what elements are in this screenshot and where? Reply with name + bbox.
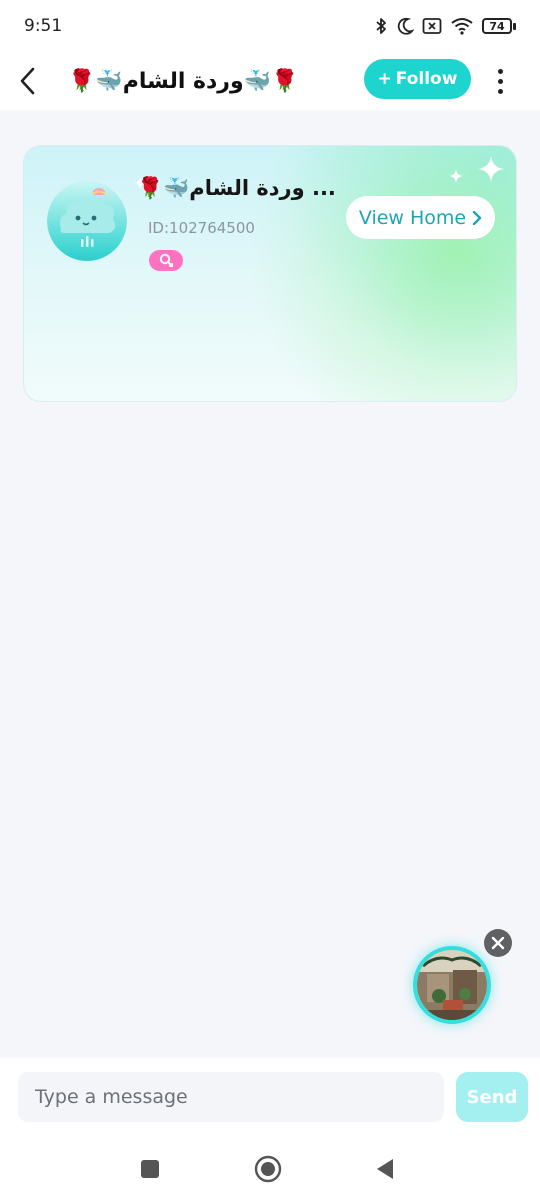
view-home-label: View Home [358,206,467,229]
status-bar: 9:51 74 [0,0,540,52]
plus-icon: + [377,69,392,89]
floating-room-bubble[interactable] [413,946,491,1024]
send-button[interactable]: Send [456,1072,528,1122]
sparkle-icon [478,156,504,186]
follow-label: Follow [395,69,458,89]
triangle-back-icon [377,1159,393,1179]
recents-button[interactable] [133,1152,167,1186]
status-time: 9:51 [24,16,63,36]
message-input[interactable] [18,1072,444,1122]
back-nav-button[interactable] [368,1152,402,1186]
more-dot [497,88,503,94]
message-composer: Send [0,1058,540,1138]
circle-home-icon [254,1155,282,1183]
moon-icon [396,17,414,35]
profile-card: 🌹🐳وردة الشام ... ID:102764500 View Home [23,145,517,402]
bluetooth-icon [374,17,388,35]
header-title: 🌹🐳وردة الشام🐳🌹 [68,68,299,94]
female-icon [159,253,173,267]
status-icons: 74 [374,17,516,35]
profile-id: ID:102764500 [148,219,255,237]
avatar[interactable] [47,181,127,261]
sparkle-icon [449,168,463,187]
more-dot [497,78,503,84]
close-icon [491,936,505,950]
sim-off-icon [422,17,442,35]
battery-icon: 74 [482,18,516,34]
system-nav-bar [0,1138,540,1200]
default-avatar-icon [47,181,127,261]
square-icon [141,1160,159,1178]
battery-level: 74 [482,18,512,34]
profile-name: 🌹🐳وردة الشام ... [137,176,336,200]
follow-button[interactable]: + Follow [364,59,471,99]
more-dot [497,68,503,74]
wifi-icon [450,17,474,35]
room-thumbnail-image [417,950,487,1020]
female-gender-badge [149,250,183,271]
chevron-right-icon [472,210,482,225]
more-options-button[interactable] [484,58,516,104]
view-home-button[interactable]: View Home [346,196,495,239]
close-bubble-button[interactable] [484,929,512,957]
app-header: 🌹🐳وردة الشام🐳🌹 + Follow [0,52,540,110]
back-button[interactable] [0,52,56,110]
home-button[interactable] [251,1152,285,1186]
chevron-left-icon [20,67,35,95]
